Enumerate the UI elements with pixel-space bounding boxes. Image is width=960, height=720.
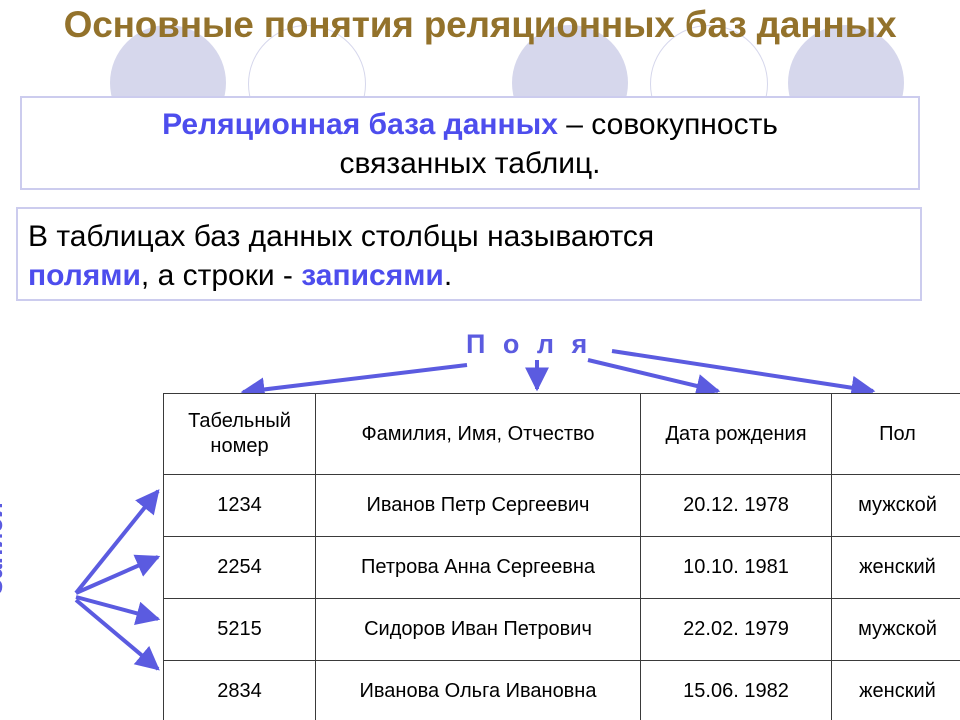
column-header-birth: Дата рождения (640, 393, 832, 475)
page-title: Основные понятия реляционных баз данных (63, 4, 897, 45)
cell-sex: женский (831, 660, 960, 720)
explanation-connector: , а строки - (140, 259, 302, 292)
definition-box: Реляционная база данных – совокупность с… (20, 96, 920, 190)
explanation-period: . (443, 259, 453, 292)
cell-fio: Сидоров Иван Петрович (315, 598, 641, 661)
cell-sex: мужской (831, 474, 960, 537)
cell-fio: Иванов Петр Сергеевич (315, 474, 641, 537)
table-body: 1234 Иванов Петр Сергеевич 20.12. 1978 м… (163, 474, 960, 720)
fields-label: П о л я (466, 329, 593, 359)
cell-sex: мужской (831, 598, 960, 661)
slide-canvas: Основные понятия реляционных баз данных … (0, 0, 960, 720)
cell-birth: 20.12. 1978 (640, 474, 832, 537)
cell-birth: 10.10. 1981 (640, 536, 832, 599)
term-fields: полями (28, 259, 141, 292)
cell-id: 2254 (163, 536, 316, 599)
cell-id: 5215 (163, 598, 316, 661)
cell-fio: Иванова Ольга Ивановна (315, 660, 641, 720)
table-header-row: Табельный номер Фамилия, Имя, Отчество Д… (163, 393, 960, 475)
cell-id: 2834 (163, 660, 316, 720)
cell-id: 1234 (163, 474, 316, 537)
arrow-field-4 (611, 349, 876, 400)
cell-birth: 22.02. 1979 (640, 598, 832, 661)
arrow-record-2 (75, 554, 161, 595)
explanation-line-1: В таблицах баз данных столбцы называются (28, 220, 655, 253)
table-head: Табельный номер Фамилия, Имя, Отчество Д… (163, 393, 960, 475)
column-header-id: Табельный номер (163, 393, 316, 475)
arrow-field-3 (587, 358, 721, 398)
table-row: 5215 Сидоров Иван Петрович 22.02. 1979 м… (163, 598, 960, 661)
definition-term: Реляционная база данных (162, 108, 558, 141)
arrow-field-1 (240, 363, 468, 402)
database-table: Табельный номер Фамилия, Имя, Отчество Д… (163, 393, 960, 720)
table-row: 2254 Петрова Анна Сергеевна 10.10. 1981 … (163, 536, 960, 599)
column-header-sex: Пол (831, 393, 960, 475)
explanation-box: В таблицах баз данных столбцы называются… (16, 207, 922, 301)
column-header-fio: Фамилия, Имя, Отчество (315, 393, 641, 475)
cell-fio: Петрова Анна Сергеевна (315, 536, 641, 599)
arrow-record-4 (74, 598, 160, 671)
definition-line-2: связанных таблиц. (339, 147, 601, 180)
table-row: 1234 Иванов Петр Сергеевич 20.12. 1978 м… (163, 474, 960, 537)
cell-sex: женский (831, 536, 960, 599)
arrow-record-3 (75, 595, 161, 625)
table-row: 2834 Иванова Ольга Ивановна 15.06. 1982 … (163, 660, 960, 720)
records-label: Записи (0, 502, 8, 595)
definition-dash: – (557, 108, 592, 141)
explanation-line-2: полями, а строки - записями. (28, 256, 920, 295)
arrow-record-1 (74, 489, 160, 595)
definition-rest: совокупность (591, 108, 778, 141)
cell-birth: 15.06. 1982 (640, 660, 832, 720)
definition-line-1: Реляционная база данных – совокупность (22, 105, 918, 144)
term-records: записями (301, 259, 444, 292)
